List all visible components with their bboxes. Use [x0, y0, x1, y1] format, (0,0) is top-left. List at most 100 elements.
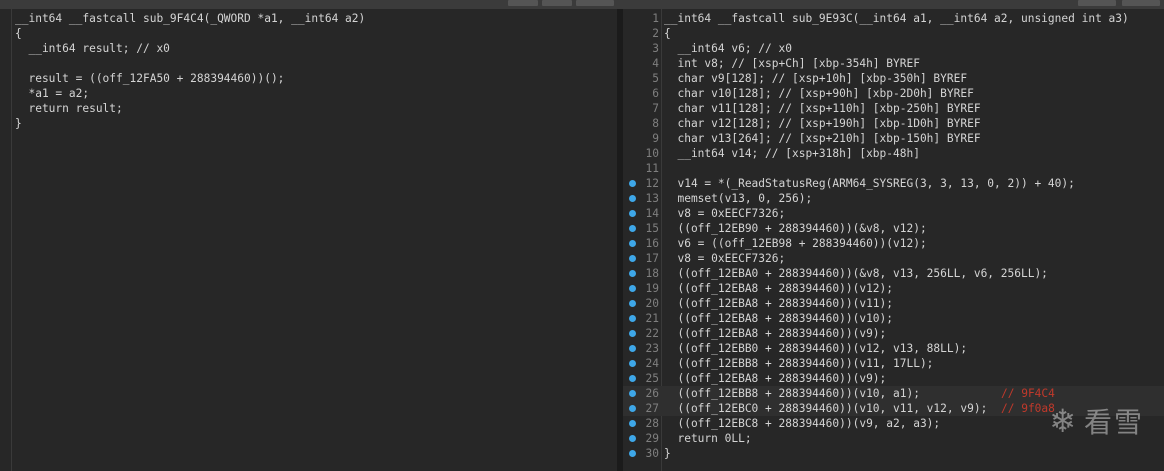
code-line[interactable]: 14 v8 = 0xEECF7326;: [623, 206, 1164, 221]
code-line[interactable]: [0, 56, 617, 71]
code-text: v8 = 0xEECF7326;: [664, 252, 786, 265]
code-line[interactable]: *a1 = a2;: [0, 86, 617, 101]
code-line[interactable]: __int64 __fastcall sub_9F4C4(_QWORD *a1,…: [0, 11, 617, 26]
line-number: 21: [645, 312, 659, 325]
code-text: ((off_12EBA8 + 288394460))(v12);: [664, 282, 894, 295]
code-text: return result;: [15, 102, 123, 115]
snowflake-icon: ❄: [1049, 402, 1076, 440]
code-line[interactable]: 18 ((off_12EBA0 + 288394460))(&v8, v13, …: [623, 266, 1164, 281]
code-line[interactable]: 30}: [623, 446, 1164, 461]
line-number: 14: [645, 207, 659, 220]
code-text: {: [15, 27, 22, 40]
line-number: 9: [652, 132, 659, 145]
code-text: ((off_12EB90 + 288394460))(&v8, v12);: [664, 222, 927, 235]
code-text: return 0LL;: [664, 432, 752, 445]
line-number: 30: [645, 447, 659, 460]
code-text: __int64 v14; // [xsp+318h] [xbp-48h]: [664, 147, 920, 160]
code-text: char v13[264]; // [xsp+210h] [xbp-150h] …: [664, 132, 981, 145]
code-text: ((off_12EBA8 + 288394460))(v11);: [664, 297, 894, 310]
code-line[interactable]: 6 char v10[128]; // [xsp+90h] [xbp-2D0h]…: [623, 86, 1164, 101]
code-text: v14 = *(_ReadStatusReg(ARM64_SYSREG(3, 3…: [664, 177, 1075, 190]
code-line[interactable]: 12 v14 = *(_ReadStatusReg(ARM64_SYSREG(3…: [623, 176, 1164, 191]
code-text: __int64 __fastcall sub_9E93C(__int64 a1,…: [664, 12, 1129, 25]
line-number: 22: [645, 327, 659, 340]
line-number: 16: [645, 237, 659, 250]
code-line[interactable]: {: [0, 26, 617, 41]
line-number: 20: [645, 297, 659, 310]
code-line[interactable]: __int64 result; // x0: [0, 41, 617, 56]
code-text: ((off_12EBA8 + 288394460))(v9);: [664, 327, 887, 340]
line-number: 15: [645, 222, 659, 235]
code-line[interactable]: 8 char v12[128]; // [xsp+190h] [xbp-1D0h…: [623, 116, 1164, 131]
line-number: 2: [652, 27, 659, 40]
code-text: ((off_12EBB8 + 288394460))(v10, a1);: [664, 387, 920, 400]
code-text: v6 = ((off_12EB98 + 288394460))(v12);: [664, 237, 927, 250]
code-line[interactable]: 21 ((off_12EBA8 + 288394460))(v10);: [623, 311, 1164, 326]
code-text: }: [15, 117, 22, 130]
user-comment: // 9f0a8: [1001, 402, 1055, 415]
code-text: ((off_12EBA8 + 288394460))(v9);: [664, 372, 887, 385]
code-line[interactable]: 10 __int64 v14; // [xsp+318h] [xbp-48h]: [623, 146, 1164, 161]
toolbar-button[interactable]: [542, 0, 572, 6]
line-number: 4: [652, 57, 659, 70]
code-line[interactable]: 3 __int64 v6; // x0: [623, 41, 1164, 56]
line-number: 25: [645, 372, 659, 385]
left-pseudocode-pane[interactable]: __int64 __fastcall sub_9F4C4(_QWORD *a1,…: [0, 9, 617, 471]
right-pseudocode-pane[interactable]: 1 __int64 __fastcall sub_9E93C(__int64 a1…: [623, 9, 1164, 471]
code-text: *a1 = a2;: [15, 87, 90, 100]
code-text: ((off_12EBA8 + 288394460))(v10);: [664, 312, 894, 325]
watermark: ❄ 看雪: [1049, 401, 1144, 441]
code-text: ((off_12EBA0 + 288394460))(&v8, v13, 256…: [664, 267, 1048, 280]
line-number: 26: [645, 387, 659, 400]
code-line[interactable]: }: [0, 116, 617, 131]
line-number: 17: [645, 252, 659, 265]
code-line[interactable]: 17 v8 = 0xEECF7326;: [623, 251, 1164, 266]
line-number: 8: [652, 117, 659, 130]
toolbar-button[interactable]: [508, 0, 538, 6]
code-text: memset(v13, 0, 256);: [664, 192, 813, 205]
code-text: int v8; // [xsp+Ch] [xbp-354h] BYREF: [664, 57, 920, 70]
code-text: ((off_12EBC0 + 288394460))(v10, v11, v12…: [664, 402, 988, 415]
code-line[interactable]: 13 memset(v13, 0, 256);: [623, 191, 1164, 206]
code-text: char v12[128]; // [xsp+190h] [xbp-1D0h] …: [664, 117, 981, 130]
code-text: __int64 v6; // x0: [664, 42, 792, 55]
code-line[interactable]: 22 ((off_12EBA8 + 288394460))(v9);: [623, 326, 1164, 341]
code-line[interactable]: 25 ((off_12EBA8 + 288394460))(v9);: [623, 371, 1164, 386]
code-line[interactable]: return result;: [0, 101, 617, 116]
code-line[interactable]: 23 ((off_12EBB0 + 288394460))(v12, v13, …: [623, 341, 1164, 356]
code-text: v8 = 0xEECF7326;: [664, 207, 786, 220]
code-line[interactable]: 5 char v9[128]; // [xsp+10h] [xbp-350h] …: [623, 71, 1164, 86]
code-line[interactable]: 1 __int64 __fastcall sub_9E93C(__int64 a1…: [623, 11, 1164, 26]
code-line[interactable]: 2{: [623, 26, 1164, 41]
toolbar-button[interactable]: [1122, 0, 1160, 6]
code-line[interactable]: result = ((off_12FA50 + 288394460))();: [0, 71, 617, 86]
code-line[interactable]: 20 ((off_12EBA8 + 288394460))(v11);: [623, 296, 1164, 311]
code-line[interactable]: 4 int v8; // [xsp+Ch] [xbp-354h] BYREF: [623, 56, 1164, 71]
line-number: 23: [645, 342, 659, 355]
code-line[interactable]: 24 ((off_12EBB8 + 288394460))(v11, 17LL)…: [623, 356, 1164, 371]
code-text: ((off_12EBC8 + 288394460))(v9, a2, a3);: [664, 417, 941, 430]
code-line[interactable]: 11: [623, 161, 1164, 176]
watermark-text: 看雪: [1083, 406, 1144, 439]
code-line[interactable]: 15 ((off_12EB90 + 288394460))(&v8, v12);: [623, 221, 1164, 236]
line-number: 29: [645, 432, 659, 445]
line-number: 24: [645, 357, 659, 370]
line-number: 18: [645, 267, 659, 280]
line-number: 11: [645, 162, 659, 175]
code-line[interactable]: 9 char v13[264]; // [xsp+210h] [xbp-150h…: [623, 131, 1164, 146]
toolbar-button[interactable]: [1078, 0, 1116, 6]
top-toolbar-strip: [0, 0, 1164, 9]
code-text: ((off_12EBB8 + 288394460))(v11, 17LL);: [664, 357, 934, 370]
code-line[interactable]: 16 v6 = ((off_12EB98 + 288394460))(v12);: [623, 236, 1164, 251]
code-text: {: [664, 27, 671, 40]
line-number: 6: [652, 87, 659, 100]
user-comment: // 9F4C4: [1001, 387, 1055, 400]
code-line[interactable]: 26 ((off_12EBB8 + 288394460))(v10, a1); /…: [623, 386, 1164, 401]
line-number: 5: [652, 72, 659, 85]
line-number: 27: [645, 402, 659, 415]
code-line[interactable]: 7 char v11[128]; // [xsp+110h] [xbp-250h…: [623, 101, 1164, 116]
code-text: __int64 result; // x0: [15, 42, 170, 55]
code-text: char v9[128]; // [xsp+10h] [xbp-350h] BY…: [664, 72, 968, 85]
toolbar-button[interactable]: [576, 0, 614, 6]
code-line[interactable]: 19 ((off_12EBA8 + 288394460))(v12);: [623, 281, 1164, 296]
